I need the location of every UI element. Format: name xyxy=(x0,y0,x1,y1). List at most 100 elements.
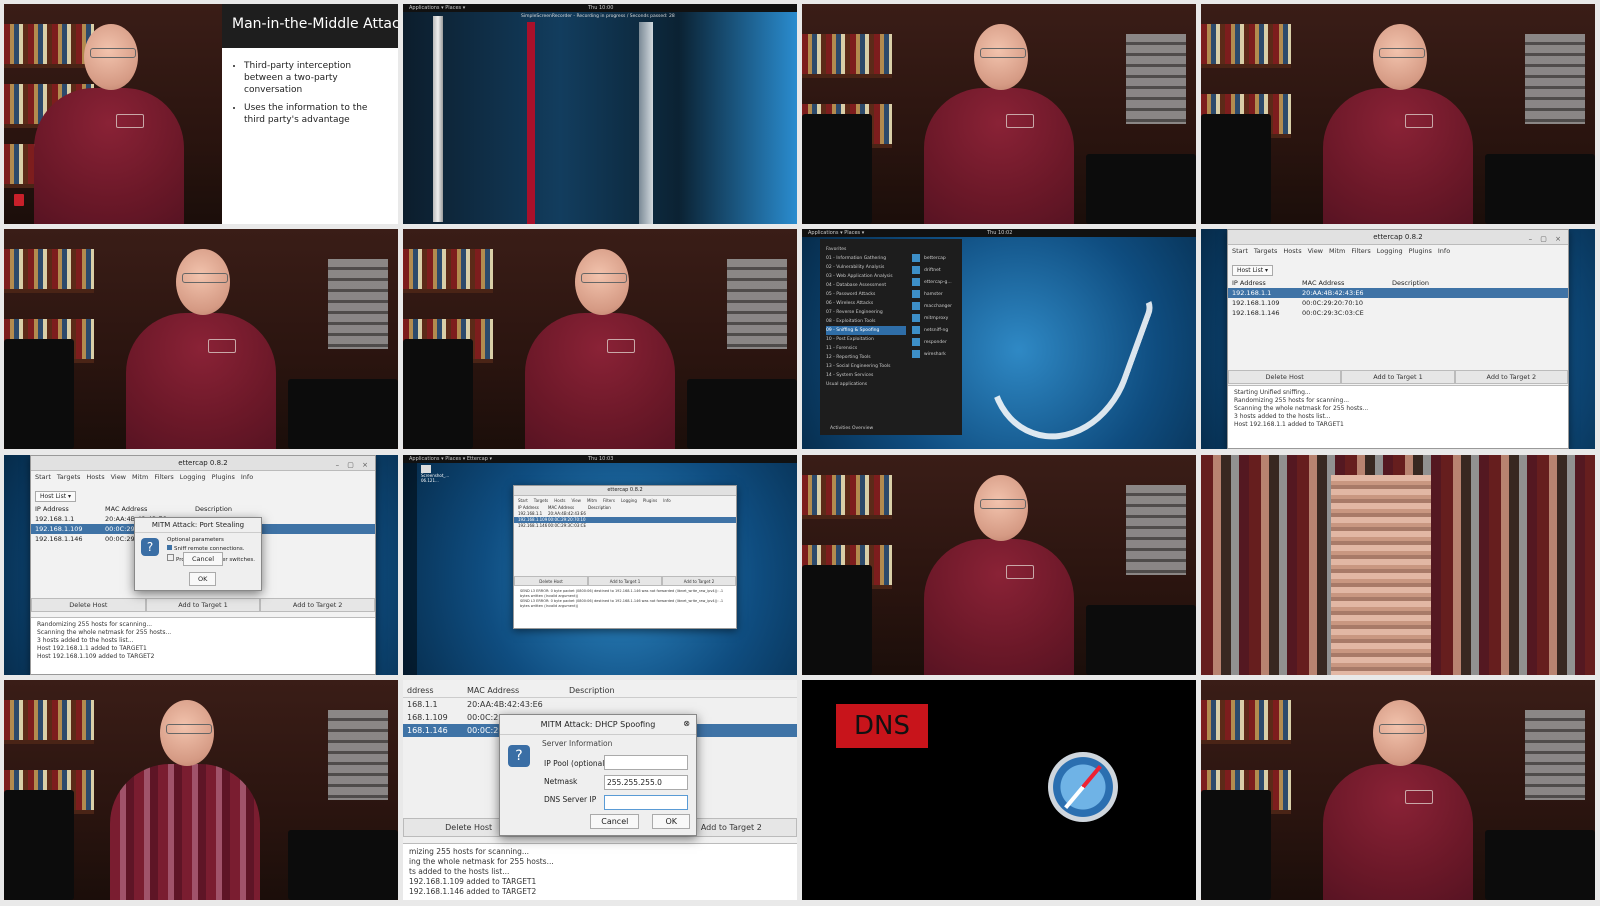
menu-mitm[interactable]: Mitm xyxy=(587,498,597,503)
menu-category[interactable]: 08 - Exploitation Tools xyxy=(826,317,906,326)
tile-presenter[interactable] xyxy=(802,455,1196,675)
app-item[interactable]: netsniff-ng xyxy=(912,325,960,337)
ip-pool-input[interactable] xyxy=(604,755,688,770)
menu-start[interactable]: Start xyxy=(518,498,528,503)
shirt xyxy=(34,88,184,224)
dns-server-input[interactable] xyxy=(604,795,688,810)
delete-host-button[interactable]: Delete Host xyxy=(1228,370,1342,384)
table-row[interactable]: 192.168.1.14600:0C:29:3C:03:CE xyxy=(514,523,736,529)
menu-plugins[interactable]: Plugins xyxy=(1409,247,1432,255)
menu-hosts[interactable]: Hosts xyxy=(86,473,104,481)
menu-category[interactable]: 02 - Vulnerability Analysis xyxy=(826,263,906,272)
menu-targets[interactable]: Targets xyxy=(57,473,81,481)
tab-host-list[interactable]: Host List ▾ xyxy=(1232,265,1273,276)
tile-dhcp-spoofing[interactable]: ddress MAC Address Description 168.1.1 20:A… xyxy=(403,680,797,900)
menu-category[interactable]: 13 - Social Engineering Tools xyxy=(826,362,906,371)
menu-filters[interactable]: Filters xyxy=(154,473,173,481)
menu-category[interactable]: 06 - Wireless Attacks xyxy=(826,299,906,308)
menu-category[interactable]: 11 - Forensics xyxy=(826,344,906,353)
tile-kali-menu[interactable]: Applications ▾ Places ▾ Thu 10:02 Favori… xyxy=(802,229,1196,449)
tile-ettercap-desktop[interactable]: Applications ▾ Places ▾ Ettercap ▾ Thu 1… xyxy=(403,455,797,675)
menu-category[interactable]: 05 - Password Attacks xyxy=(826,290,906,299)
tile-port-stealing[interactable]: ettercap 0.8.2 – ▢ × Start Targets Hosts Vie… xyxy=(4,455,398,675)
menu-start[interactable]: Start xyxy=(35,473,51,481)
menu-mitm[interactable]: Mitm xyxy=(132,473,148,481)
menu-category[interactable]: Usual applications xyxy=(826,380,906,389)
add-target2-button[interactable]: Add to Target 2 xyxy=(1454,370,1568,384)
add-target1-button[interactable]: Add to Target 1 xyxy=(1341,370,1455,384)
menu-hosts[interactable]: Hosts xyxy=(1283,247,1301,255)
tile-presenter[interactable] xyxy=(802,4,1196,224)
menu-mitm[interactable]: Mitm xyxy=(1329,247,1345,255)
menu-hosts[interactable]: Hosts xyxy=(554,498,565,503)
cancel-button[interactable]: Cancel xyxy=(590,814,640,829)
menu-view[interactable]: View xyxy=(1308,247,1323,255)
tile-recorder-desktop[interactable]: Applications ▾ Places ▾ Thu 10:00 Simple… xyxy=(403,4,797,224)
log-line: Host 192.168.1.1 added to TARGET1 xyxy=(1234,421,1344,428)
menu-category[interactable]: 04 - Database Assessment xyxy=(826,281,906,290)
menu-plugins[interactable]: Plugins xyxy=(212,473,235,481)
netmask-input[interactable]: 255.255.255.0 xyxy=(604,775,688,790)
app-item[interactable]: macchanger xyxy=(912,301,960,313)
menu-category-selected[interactable]: 09 - Sniffing & Spoofing xyxy=(826,326,906,335)
menu-logging[interactable]: Logging xyxy=(1377,247,1403,255)
tile-presenter[interactable] xyxy=(1201,680,1595,900)
tile-presenter[interactable] xyxy=(4,229,398,449)
app-item[interactable]: responder xyxy=(912,337,960,349)
menu-info[interactable]: Info xyxy=(241,473,253,481)
menu-view[interactable]: View xyxy=(571,498,581,503)
menu-category[interactable]: 12 - Reporting Tools xyxy=(826,353,906,362)
menu-category[interactable]: 07 - Reverse Engineering xyxy=(826,308,906,317)
menu-start[interactable]: Start xyxy=(1232,247,1248,255)
menu-targets[interactable]: Targets xyxy=(534,498,548,503)
window-controls[interactable]: – ▢ × xyxy=(1529,232,1564,246)
close-icon[interactable]: ⊗ xyxy=(683,719,690,728)
menu-category[interactable]: 14 - System Services xyxy=(826,371,906,380)
menu-category[interactable]: 01 - Information Gathering xyxy=(826,254,906,263)
window-controls[interactable]: – ▢ × xyxy=(336,458,371,472)
add-target1-button[interactable]: Add to Target 1 xyxy=(145,598,261,612)
activities-overview[interactable]: Activities Overview xyxy=(830,426,873,431)
desktop-folder[interactable]: Screenshot_... 06.121... xyxy=(421,465,449,483)
menu-targets[interactable]: Targets xyxy=(1254,247,1278,255)
ok-button[interactable]: OK xyxy=(189,572,217,586)
checkbox-checked[interactable] xyxy=(167,545,172,550)
menu-logging[interactable]: Logging xyxy=(180,473,206,481)
tab-host-list[interactable]: Host List ▾ xyxy=(35,491,76,502)
menu-filters[interactable]: Filters xyxy=(1351,247,1370,255)
menu-view[interactable]: View xyxy=(111,473,126,481)
applications-menu[interactable]: Applications ▾ Places ▾ xyxy=(409,5,465,11)
tile-presenter[interactable] xyxy=(1201,4,1595,224)
cancel-button[interactable]: Cancel xyxy=(183,552,224,566)
app-item[interactable]: bettercap xyxy=(912,253,960,265)
app-item[interactable]: driftnet xyxy=(912,265,960,277)
table-row[interactable]: 192.168.1.1 20:AA:4B:42:43:E6 xyxy=(1228,288,1568,298)
ok-button[interactable]: OK xyxy=(652,814,690,829)
add-target2-button[interactable]: Add to Target 2 xyxy=(260,598,376,612)
menu-category[interactable]: 10 - Post Exploitation xyxy=(826,335,906,344)
menu-logging[interactable]: Logging xyxy=(621,498,637,503)
menu-category[interactable]: Favorites xyxy=(826,245,906,254)
checkbox-unchecked[interactable] xyxy=(167,554,174,561)
tile-presenter[interactable] xyxy=(4,680,398,900)
app-item[interactable]: mitmproxy xyxy=(912,313,960,325)
tile-ettercap-hostlist[interactable]: ettercap 0.8.2 – ▢ × Start Targets Hosts Vie… xyxy=(1201,229,1595,449)
menu-filters[interactable]: Filters xyxy=(603,498,615,503)
menu-plugins[interactable]: Plugins xyxy=(643,498,657,503)
app-item[interactable]: ettercap-g... xyxy=(912,277,960,289)
tile-dns-graphic[interactable]: DNS xyxy=(802,680,1196,900)
menu-info[interactable]: Info xyxy=(1438,247,1450,255)
table-row[interactable]: 168.1.1 20:AA:4B:42:43:E6 xyxy=(403,697,797,711)
tile-glitched-frame[interactable] xyxy=(1201,455,1595,675)
table-row[interactable]: 192.168.1.109 00:0C:29:20:70:10 xyxy=(1228,298,1568,308)
tile-presenter-slide[interactable]: Man-in-the-Middle Attack Third-party int… xyxy=(4,4,398,224)
menu-info[interactable]: Info xyxy=(663,498,671,503)
menu-category[interactable]: 03 - Web Application Analysis xyxy=(826,272,906,281)
app-item[interactable]: hamster xyxy=(912,289,960,301)
app-item[interactable]: wireshark xyxy=(912,349,960,361)
applications-menu[interactable]: Applications ▾ Places ▾ Ettercap ▾ xyxy=(409,456,492,462)
tile-presenter[interactable] xyxy=(403,229,797,449)
table-row[interactable]: 192.168.1.14600:0C:29:3C:03:CE xyxy=(1228,308,1568,318)
delete-host-button[interactable]: Delete Host xyxy=(31,598,146,612)
applications-menu[interactable]: Applications ▾ Places ▾ xyxy=(808,230,864,236)
